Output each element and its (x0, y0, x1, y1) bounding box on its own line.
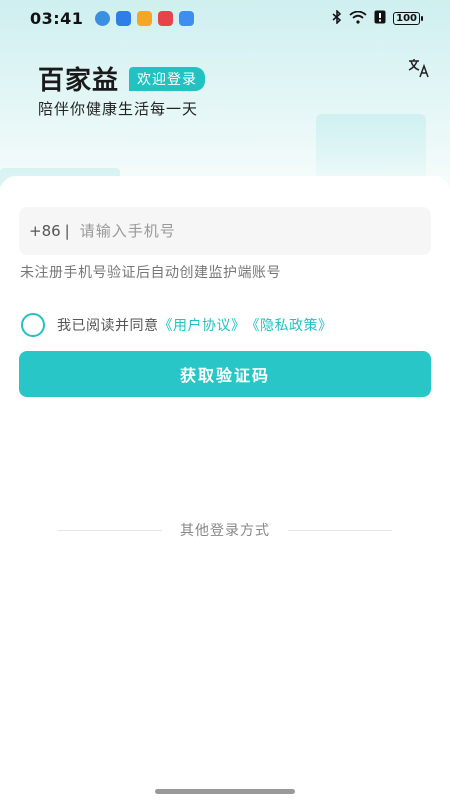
country-code[interactable]: +86 (29, 222, 61, 240)
blue-app-icon (116, 10, 132, 26)
status-right-icons: 100 (332, 8, 423, 28)
status-bar: 03:41 100 (0, 0, 450, 36)
decorative-square (316, 114, 426, 184)
privacy-policy-link[interactable]: 《隐私政策》 (246, 315, 333, 335)
battery-icon: 100 (393, 11, 423, 25)
orange-app-icon (137, 10, 153, 26)
brand-header: 百家益 欢迎登录 (38, 60, 206, 97)
translate-icon (408, 59, 429, 78)
other-login-section: 其他登录方式 (58, 520, 392, 540)
phone-input-row: +86 | (19, 207, 431, 255)
welcome-badge: 欢迎登录 (129, 66, 206, 91)
home-indicator[interactable] (155, 789, 295, 794)
agreement-text: 我已阅读并同意 (57, 318, 159, 334)
red-shop-app-icon (158, 10, 174, 26)
status-time: 03:41 (30, 8, 84, 28)
wifi-icon (349, 9, 367, 28)
divider-line-right (288, 529, 392, 531)
divider-line-left (58, 529, 162, 531)
cloud-app-icon (95, 10, 111, 26)
other-login-label: 其他登录方式 (180, 523, 270, 539)
agreement-checkbox[interactable] (21, 313, 45, 337)
register-hint: 未注册手机号验证后自动创建监护端账号 (20, 265, 281, 281)
agreement-row: 我已阅读并同意 《用户协议》 《隐私政策》 (21, 313, 333, 337)
bluetooth-icon (332, 8, 342, 28)
user-agreement-link[interactable]: 《用户协议》 (159, 315, 246, 335)
country-code-divider: | (64, 222, 70, 240)
get-verification-code-button[interactable]: 获取验证码 (19, 351, 431, 397)
translate-button[interactable] (406, 56, 432, 80)
message-app-icon (179, 10, 195, 26)
notification-icons (95, 10, 195, 26)
phone-input[interactable] (79, 222, 380, 240)
slogan: 陪伴你健康生活每一天 (38, 100, 199, 118)
alert-icon (374, 9, 386, 28)
brand-name: 百家益 (38, 66, 120, 96)
